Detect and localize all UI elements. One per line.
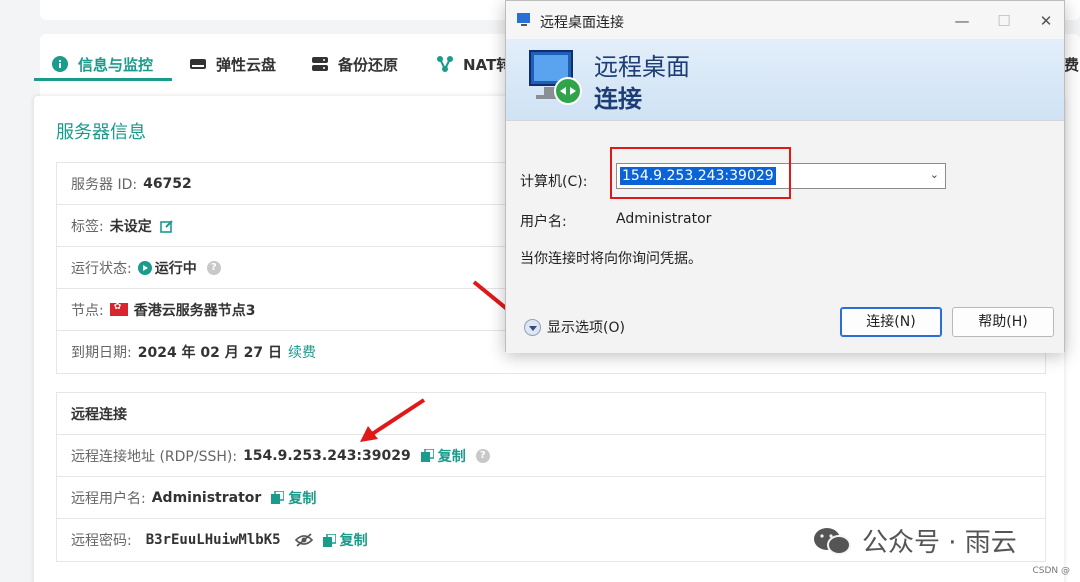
show-options-toggle[interactable]: 显示选项(O) — [524, 317, 625, 337]
close-button[interactable]: ✕ — [1026, 9, 1066, 33]
info-icon — [52, 56, 68, 72]
status-value: 运行中 — [154, 260, 197, 277]
tab-label: NAT转 — [463, 55, 512, 74]
csdn-footer: CSDN @ — [1032, 566, 1070, 576]
status-label: 运行状态: — [71, 260, 132, 277]
remote-user-row: 远程用户名: Administrator 复制 — [57, 477, 1045, 519]
banner-title: 远程桌面 连接 — [594, 51, 690, 115]
remote-pass-value: B3rEuuLHuiwMlbK5 — [145, 532, 281, 548]
remote-title: 远程连接 — [71, 406, 127, 423]
remote-addr-label: 远程连接地址 (RDP/SSH): — [71, 448, 238, 465]
remote-addr-value: 154.9.253.243:39029 — [243, 447, 411, 464]
red-highlight-box — [610, 147, 791, 199]
help-icon[interactable]: ? — [475, 448, 490, 463]
play-icon — [137, 260, 152, 275]
username-label: 用户名: — [520, 214, 567, 230]
copy-user-button[interactable]: 复制 — [271, 488, 316, 508]
chevron-down-icon[interactable]: ⌄ — [930, 168, 939, 181]
tab-info-monitor[interactable]: 信息与监控 — [52, 52, 153, 76]
banner-line1: 远程桌面 — [594, 53, 690, 81]
help-icon[interactable]: ? — [206, 260, 221, 275]
remote-pass-label: 远程密码: — [71, 533, 132, 549]
renew-link[interactable]: 续费 — [288, 342, 316, 362]
tag-label: 标签: — [71, 218, 104, 235]
eye-off-icon[interactable] — [294, 533, 313, 547]
wechat-icon — [814, 527, 851, 555]
credentials-note: 当你连接时将向你询问凭据。 — [520, 251, 702, 267]
tab-label: 费 — [1064, 55, 1080, 74]
backup-icon — [312, 57, 328, 71]
server-id-value: 46752 — [143, 175, 192, 192]
tag-value: 未设定 — [109, 218, 152, 235]
node-value: 香港云服务器节点3 — [133, 302, 256, 319]
copy-pass-button[interactable]: 复制 — [322, 530, 368, 550]
remote-user-value: Administrator — [151, 489, 262, 506]
computer-label: 计算机(C): — [520, 174, 588, 190]
help-button[interactable]: 帮助(H) — [952, 307, 1054, 337]
remote-title-row: 远程连接 — [57, 393, 1045, 435]
username-value: Administrator — [616, 211, 712, 227]
minimize-button[interactable]: — — [942, 9, 982, 33]
copy-icon — [271, 491, 285, 504]
remote-user-label: 远程用户名: — [71, 490, 146, 507]
hongkong-flag-icon — [109, 302, 128, 316]
dialog-title: 远程桌面连接 — [540, 15, 624, 31]
tab-fee[interactable]: 费 — [1064, 52, 1079, 76]
expire-label: 到期日期: — [71, 345, 132, 361]
node-label: 节点: — [71, 302, 104, 319]
edit-icon[interactable] — [159, 219, 174, 233]
server-info-title: 服务器信息 — [56, 122, 146, 143]
tab-elastic-disk[interactable]: 弹性云盘 — [190, 52, 276, 76]
nat-icon — [437, 56, 453, 72]
dialog-titlebar[interactable]: 远程桌面连接 — ☐ ✕ — [506, 1, 1064, 39]
monitor-icon — [529, 50, 582, 105]
expire-value: 2024 年 02 月 27 日 — [137, 345, 283, 361]
copy-icon — [420, 449, 434, 462]
active-tab-indicator — [34, 78, 172, 81]
dialog-banner: 远程桌面 连接 — [506, 39, 1064, 121]
banner-line2: 连接 — [594, 85, 642, 113]
tab-backup-restore[interactable]: 备份还原 — [312, 52, 398, 76]
remote-addr-row: 远程连接地址 (RDP/SSH): 154.9.253.243:39029 复制… — [57, 435, 1045, 477]
tab-label: 信息与监控 — [78, 55, 154, 74]
connect-button[interactable]: 连接(N) — [840, 307, 942, 337]
dialog-body: 计算机(C): 154.9.253.243:39029 ⌄ 用户名: Admin… — [506, 121, 1064, 353]
watermark-text: 公众号 · 雨云 — [862, 528, 1017, 558]
copy-addr-button[interactable]: 复制 — [420, 446, 466, 466]
server-id-label: 服务器 ID: — [71, 176, 138, 193]
remote-desktop-app-icon — [517, 13, 530, 26]
tab-nat[interactable]: NAT转 — [437, 52, 511, 76]
tab-label: 弹性云盘 — [216, 55, 277, 74]
wechat-watermark: 公众号 · 雨云 — [812, 522, 1017, 559]
remote-desktop-dialog: 远程桌面连接 — ☐ ✕ 远程桌面 连接 计算机(C): 154.9.253.2… — [505, 0, 1065, 353]
tab-label: 备份还原 — [338, 55, 399, 74]
maximize-button[interactable]: ☐ — [984, 9, 1024, 33]
disk-icon — [190, 59, 206, 69]
copy-icon — [322, 533, 336, 547]
expand-icon — [524, 318, 541, 336]
